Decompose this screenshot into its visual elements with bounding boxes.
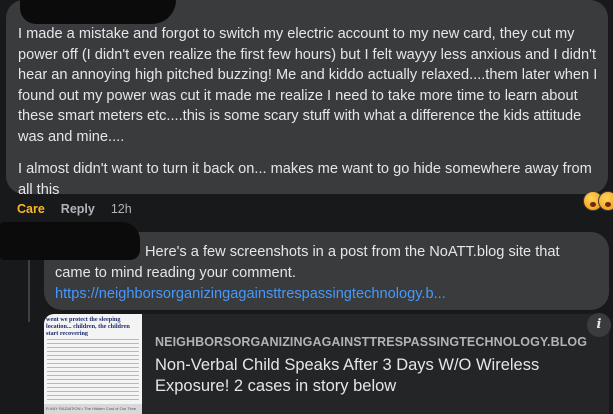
link-preview-domain: NEIGHBORSORGANIZINGAGAINSTTRESPASSINGTEC…: [155, 335, 588, 349]
comment-paragraph-2: I almost didn't want to turn it back on.…: [18, 161, 592, 198]
thumbnail-footer: R ANY RADIATION • The Hidden Cost of Our…: [44, 404, 142, 414]
comment-actions: Care Reply 12h: [17, 202, 132, 216]
reply-url-link[interactable]: https://neighborsorganizingagainsttrespa…: [55, 284, 446, 305]
care-reaction-button[interactable]: Care: [17, 202, 45, 216]
redacted-reply-author: [0, 222, 140, 260]
comment-paragraph-1: I made a mistake and forgot to switch my…: [18, 26, 598, 145]
comment-timestamp[interactable]: 12h: [111, 202, 132, 216]
care-emoji-icon: [598, 191, 613, 211]
info-icon[interactable]: i: [587, 313, 611, 337]
thumbnail-text-lines: [47, 336, 139, 402]
link-preview-thumbnail: went we protect the sleeping location...…: [44, 314, 142, 414]
reply-text-line-2: came to mind reading your comment.: [55, 265, 296, 281]
facebook-comment-thread: I made a mistake and forgot to switch my…: [0, 0, 613, 414]
redacted-author-name: [20, 0, 176, 24]
reaction-summary[interactable]: 2: [583, 191, 613, 211]
link-preview-card[interactable]: went we protect the sleeping location...…: [44, 314, 609, 414]
thumbnail-headline: went we protect the sleeping location...…: [46, 316, 130, 337]
comment-body: I made a mistake and forgot to switch my…: [18, 24, 603, 200]
reply-button[interactable]: Reply: [61, 202, 95, 216]
reply-text-line-1: Here's a few screenshots in a post from …: [145, 244, 560, 260]
link-preview-title[interactable]: Non-Verbal Child Speaks After 3 Days W/O…: [155, 355, 575, 397]
